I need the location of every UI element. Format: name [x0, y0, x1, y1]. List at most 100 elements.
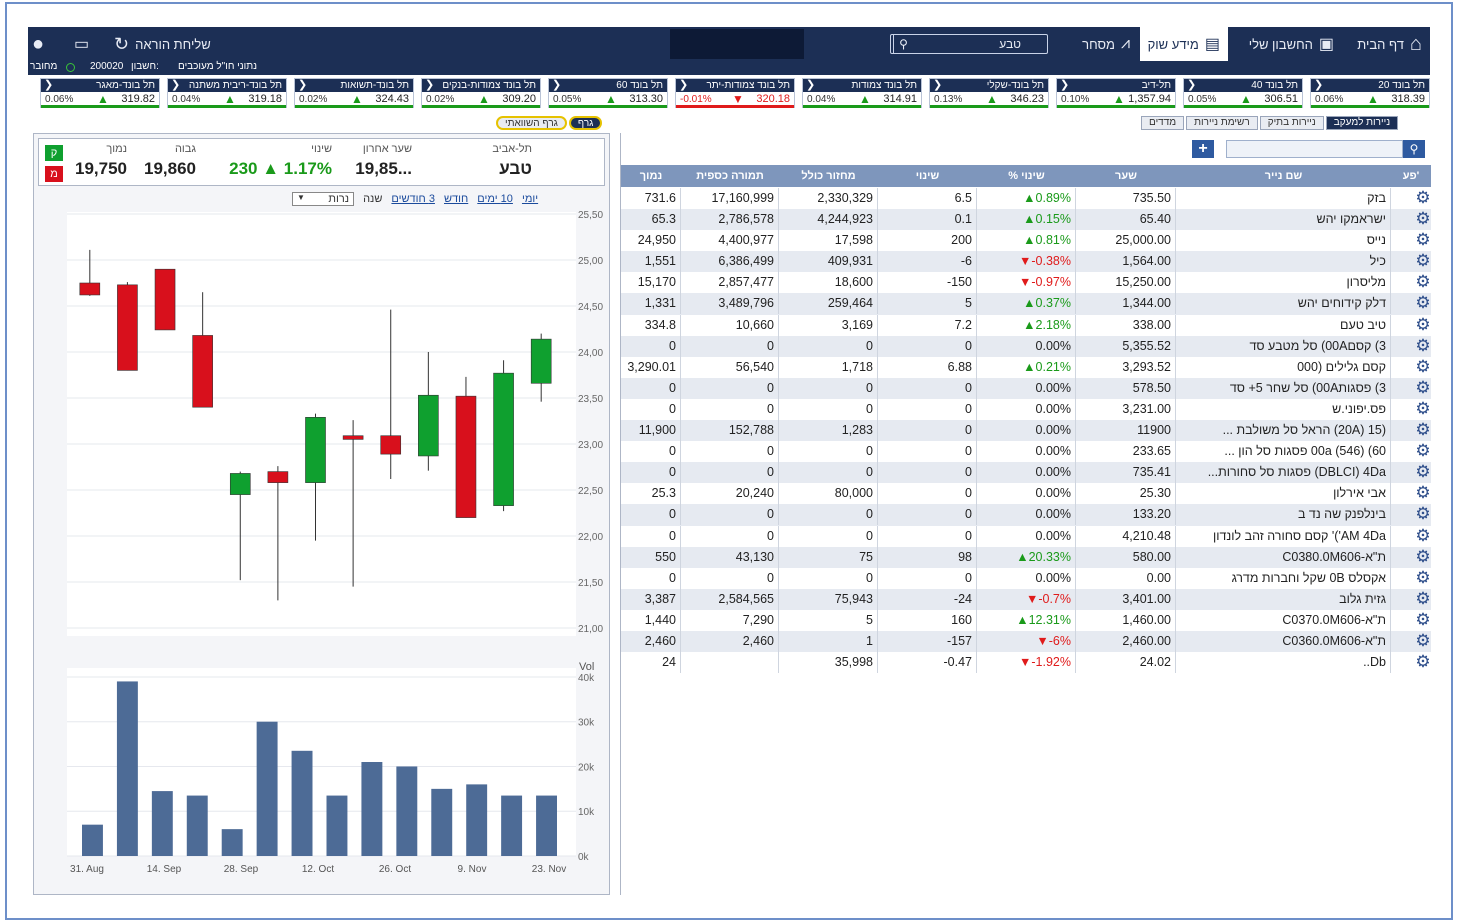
- nav-trade[interactable]: מסחר ⩘: [1082, 27, 1130, 61]
- search-input[interactable]: טבע ⚲: [890, 34, 1048, 54]
- gear-icon[interactable]: ⚙: [1415, 189, 1431, 206]
- tab-securities-list[interactable]: רשימת ניירות: [1186, 116, 1258, 130]
- gear-icon[interactable]: ⚙: [1415, 400, 1431, 417]
- cell-security-name: ת"א-C0370.0M606: [1176, 609, 1391, 631]
- column-header[interactable]: % שינוי: [977, 165, 1076, 187]
- cell-change-percent: 0.00%: [977, 567, 1076, 589]
- send-order-button[interactable]: ↻ שליחת הוראה: [114, 27, 211, 61]
- gear-icon[interactable]: ⚙: [1415, 611, 1431, 628]
- column-header[interactable]: תמורה כספית: [681, 165, 779, 187]
- gear-icon[interactable]: ⚙: [1415, 316, 1431, 333]
- nav-account[interactable]: החשבון שלי ▣: [1249, 27, 1334, 61]
- search-icon[interactable]: ⚲: [1403, 140, 1425, 158]
- gear-icon[interactable]: ⚙: [1415, 421, 1431, 438]
- table-row[interactable]: ישראמקו יהש 65.40 ▲0.15% 0.1 4,244,923 2,786,…: [621, 209, 1431, 231]
- tab-watchlist[interactable]: ניירות למעקב: [1325, 116, 1399, 130]
- gear-icon[interactable]: ⚙: [1415, 442, 1431, 459]
- user-icon[interactable]: ●: [32, 27, 44, 61]
- column-header[interactable]: שינוי: [878, 165, 977, 187]
- column-header[interactable]: שם נייר: [1176, 165, 1391, 187]
- add-security-input[interactable]: [1226, 140, 1403, 158]
- index-tile[interactable]: תל בונד צמודות ❮ 314.91 ▲ 0.04%: [802, 78, 922, 108]
- period-month[interactable]: חודש: [444, 193, 468, 205]
- nav-home[interactable]: דף הבית ⌂: [1357, 27, 1422, 61]
- table-row[interactable]: דלק קידוחים יהש 1,344.00 ▲0.37% 5 259,464 3,4…: [621, 293, 1431, 315]
- tab-portfolio[interactable]: ניירות בתיק: [1259, 116, 1324, 130]
- table-row[interactable]: 3) פסגות00A) סל שחר 5+ סד 578.50 0.00% 0 0 0 0…: [621, 377, 1431, 399]
- buy-button[interactable]: ק: [45, 145, 63, 161]
- gear-icon[interactable]: ⚙: [1415, 294, 1431, 311]
- quote-box: ק מ תל-אביב טבע שער אחרון 19,85... שינוי 2…: [38, 138, 605, 186]
- index-tile[interactable]: תל בונד-שקלי ❮ 346.23 ▲ 0.13%: [929, 78, 1049, 108]
- index-tile[interactable]: תל בונד-ריבית משתנה ❮ 319.18 ▲ 0.04%: [167, 78, 287, 108]
- period-3-months[interactable]: 3 חודשים: [391, 193, 435, 205]
- table-row[interactable]: כיל 1,564.00 ▼-0.38% -6 409,931 6,386,499 1,55…: [621, 251, 1431, 273]
- table-row[interactable]: בינלפנק שה נד ב 133.20 0.00% 0 0 0 0 ⚙: [621, 504, 1431, 526]
- table-row[interactable]: 60) (546) 00a פסגות סל הון ... 233.65 0.00…: [621, 441, 1431, 463]
- gear-icon[interactable]: ⚙: [1415, 273, 1431, 290]
- cell-change: 0: [878, 441, 977, 463]
- gear-icon[interactable]: ⚙: [1415, 632, 1431, 649]
- table-row[interactable]: (15 (20A) הראל סל משולבת ... 11900 0.00% 0 1…: [621, 420, 1431, 442]
- search-icon[interactable]: ⚲: [893, 35, 913, 53]
- table-row[interactable]: 3) קסם00A) סל מטבע סד 5,355.52 0.00% 0 0 0 0 ⚙: [621, 335, 1431, 357]
- table-row[interactable]: גזית גלוב 3,401.00 ▼-0.7% -24 75,943 2,584,56…: [621, 588, 1431, 610]
- chart-type-select[interactable]: נרות ▼: [292, 192, 354, 206]
- table-row[interactable]: פס.יפוני.ש 3,231.00 0.00% 0 0 0 0 ⚙: [621, 398, 1431, 420]
- table-row[interactable]: טיב טעם 338.00 ▲2.18% 7.2 3,169 10,660 334.8 ⚙: [621, 314, 1431, 336]
- table-row[interactable]: אקסלס 0B שקל וחברות מדרג 0.00 0.00% 0 0 0 0 ⚙: [621, 567, 1431, 589]
- table-row[interactable]: DBLCI) 4Da) פסגות סל סחורות... 735.41 0.00…: [621, 462, 1431, 484]
- tab-compare-chart[interactable]: גרף השוואתי: [496, 116, 567, 130]
- nav-market[interactable]: מידע שוק ▤: [1139, 27, 1228, 61]
- index-tile[interactable]: תל בונד צמודות-יתר ❮ 320.18 ▼ -0.01%: [675, 78, 795, 108]
- index-tile[interactable]: תל בונד 40 ❮ 306.51 ▲ 0.05%: [1183, 78, 1303, 108]
- index-tile[interactable]: תל בונד-מאגר ❮ 319.82 ▲ 0.06%: [40, 78, 160, 108]
- table-row[interactable]: AM 4Da')' קסם סחורה זהב לונדון 4,210.48 0.…: [621, 525, 1431, 547]
- cell-price: 3,293.52: [1076, 356, 1176, 378]
- gear-icon[interactable]: ⚙: [1415, 590, 1431, 607]
- index-tile[interactable]: תל בונד 60 ❮ 313.30 ▲ 0.05%: [548, 78, 668, 108]
- gear-icon[interactable]: ⚙: [1415, 210, 1431, 227]
- period-10-days[interactable]: 10 ימים: [477, 193, 513, 205]
- tab-chart[interactable]: גרף: [568, 116, 603, 130]
- table-row[interactable]: בזק 735.50 ▲0.89% 6.5 2,330,329 17,160,999 731…: [621, 188, 1431, 209]
- gear-icon[interactable]: ⚙: [1415, 569, 1431, 586]
- period-daily[interactable]: יומי: [522, 193, 538, 205]
- tab-indices[interactable]: מדדים: [1141, 116, 1185, 130]
- column-header[interactable]: מחזור כולל: [779, 165, 878, 187]
- candle-body: [493, 372, 514, 506]
- index-tile[interactable]: תל בונד צמודות-בנקים ❮ 309.20 ▲ 0.02%: [421, 78, 541, 108]
- period-year[interactable]: שנה: [363, 193, 382, 205]
- sell-button[interactable]: מ: [45, 166, 63, 182]
- column-header[interactable]: פע': [1391, 165, 1431, 187]
- gear-icon[interactable]: ⚙: [1415, 548, 1431, 565]
- column-header[interactable]: שער: [1076, 165, 1176, 187]
- gear-icon[interactable]: ⚙: [1415, 337, 1431, 354]
- gear-icon[interactable]: ⚙: [1415, 358, 1431, 375]
- table-row[interactable]: ת"א-C0370.0M606 1,460.00 ▲12.31% 160 5 7,290 1…: [621, 609, 1431, 631]
- delayed-data-note: נתוני חו"ל מעוכבים: [178, 61, 258, 72]
- table-row[interactable]: נייס 25,000.00 ▲0.81% 200 17,598 4,400,977 24,…: [621, 230, 1431, 252]
- gear-icon[interactable]: ⚙: [1415, 505, 1431, 522]
- table-row[interactable]: אבי אירלון 25.30 0.00% 0 80,000 20,240 25.3 ⚙: [621, 483, 1431, 505]
- index-tile[interactable]: תל-דיב ❮ 1,357.94 ▲ 0.10%: [1056, 78, 1176, 108]
- cell-value: 2,857,477: [681, 272, 779, 294]
- gear-icon[interactable]: ⚙: [1415, 463, 1431, 480]
- column-header[interactable]: נמוך: [621, 165, 681, 187]
- gear-icon[interactable]: ⚙: [1415, 484, 1431, 501]
- gear-icon[interactable]: ⚙: [1415, 527, 1431, 544]
- index-tile[interactable]: תל בונד 20 ❮ 318.39 ▲ 0.06%: [1310, 78, 1430, 108]
- table-row[interactable]: מליסרון 15,250.00 ▼-0.97% -150 18,600 2,857,4…: [621, 272, 1431, 294]
- gear-icon[interactable]: ⚙: [1415, 231, 1431, 248]
- table-row[interactable]: ת"א-C0380.0M606 580.00 ▲20.33% 98 75 43,130 55…: [621, 546, 1431, 568]
- table-row[interactable]: קסם גלילים (000 3,293.52 ▲0.21% 6.88 1,718 56…: [621, 356, 1431, 378]
- gear-icon[interactable]: ⚙: [1415, 252, 1431, 269]
- gear-icon[interactable]: ⚙: [1415, 653, 1431, 670]
- index-change-bar: [1057, 105, 1175, 108]
- table-row[interactable]: Db.. 24.02 ▼-1.92% -0.47 35,998 24 ⚙: [621, 652, 1431, 674]
- index-tile[interactable]: תל בונד-תשואות ❮ 324.43 ▲ 0.02%: [294, 78, 414, 108]
- table-row[interactable]: ת"א-C0360.0M606 2,460.00 ▼-6% -157 1 2,460 2,4…: [621, 630, 1431, 653]
- gear-icon[interactable]: ⚙: [1415, 379, 1431, 396]
- chat-icon[interactable]: ▭: [74, 27, 89, 61]
- add-button[interactable]: +: [1192, 140, 1214, 158]
